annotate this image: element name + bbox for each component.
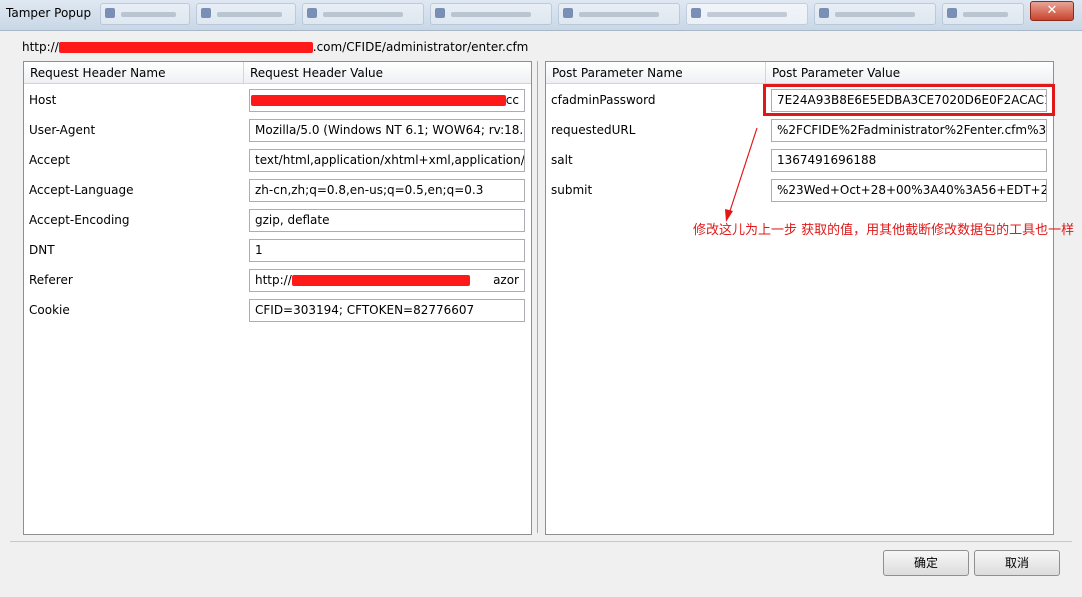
post-parameters-table: Post Parameter Name Post Parameter Value… xyxy=(545,61,1054,535)
column-header-request-value[interactable]: Request Header Value xyxy=(244,62,531,84)
header-name: Cookie xyxy=(29,303,70,317)
column-header-post-name[interactable]: Post Parameter Name xyxy=(546,62,766,84)
header-value-input[interactable]: 1 xyxy=(249,239,525,262)
table-row: salt 1367491696188 xyxy=(546,147,1053,177)
header-name: Host xyxy=(29,93,57,107)
request-url: http:// .com/CFIDE/administrator/enter.cf… xyxy=(22,40,528,54)
redaction-mark xyxy=(250,95,506,106)
cfadmin-password-input[interactable]: 7E24A93B8E6E5EDBA3CE7020D6E0F2ACAC111 xyxy=(771,89,1047,112)
url-prefix: http:// xyxy=(22,40,59,54)
header-value-input[interactable]: http://azor xyxy=(249,269,525,292)
close-button[interactable]: ✕ xyxy=(1030,1,1074,21)
url-suffix: .com/CFIDE/administrator/enter.cfm xyxy=(312,40,529,54)
param-name: cfadminPassword xyxy=(551,93,656,107)
footer-separator xyxy=(10,541,1072,542)
background-taskbar-item xyxy=(196,3,296,25)
title-bar: Tamper Popup ✕ xyxy=(0,0,1082,31)
background-taskbar-item xyxy=(302,3,424,25)
header-name: Accept-Encoding xyxy=(29,213,130,227)
background-taskbar-item xyxy=(100,3,190,25)
redaction-mark xyxy=(58,42,313,53)
background-taskbar-item xyxy=(686,3,808,25)
header-value-input[interactable]: cc xyxy=(249,89,525,112)
header-name: Accept-Language xyxy=(29,183,134,197)
request-headers-table: Request Header Name Request Header Value… xyxy=(23,61,532,535)
header-value-input[interactable]: text/html,application/xhtml+xml,applicat… xyxy=(249,149,525,172)
header-name: User-Agent xyxy=(29,123,96,137)
annotation-note: 修改这儿为上一步 获取的值，用其他截断修改数据包的工具也一样 xyxy=(693,223,1075,238)
table-row: cfadminPassword 7E24A93B8E6E5EDBA3CE7020… xyxy=(546,87,1053,117)
table-row: DNT 1 xyxy=(24,237,531,267)
table-row: Referer http://azor xyxy=(24,267,531,297)
header-name: DNT xyxy=(29,243,55,257)
table-row: Cookie CFID=303194; CFTOKEN=82776607 xyxy=(24,297,531,327)
cancel-button[interactable]: 取消 xyxy=(974,550,1060,576)
param-value-input[interactable]: %2FCFIDE%2Fadministrator%2Fenter.cfm%3Fl xyxy=(771,119,1047,142)
table-row: Host cc xyxy=(24,87,531,117)
table-row: User-Agent Mozilla/5.0 (Windows NT 6.1; … xyxy=(24,117,531,147)
param-name: salt xyxy=(551,153,573,167)
table-row: requestedURL %2FCFIDE%2Fadministrator%2F… xyxy=(546,117,1053,147)
header-value-input[interactable]: Mozilla/5.0 (Windows NT 6.1; WOW64; rv:1… xyxy=(249,119,525,142)
background-taskbar-item xyxy=(942,3,1024,25)
close-icon: ✕ xyxy=(1046,3,1058,18)
column-header-post-value[interactable]: Post Parameter Value xyxy=(766,62,1053,84)
background-taskbar-item xyxy=(558,3,680,25)
table-row: Accept text/html,application/xhtml+xml,a… xyxy=(24,147,531,177)
header-name: Referer xyxy=(29,273,73,287)
background-taskbar-item xyxy=(430,3,552,25)
table-row: submit %23Wed+Oct+28+00%3A40%3A56+EDT+20… xyxy=(546,177,1053,207)
table-row: Accept-Language zh-cn,zh;q=0.8,en-us;q=0… xyxy=(24,177,531,207)
header-value-input[interactable]: zh-cn,zh;q=0.8,en-us;q=0.5,en;q=0.3 xyxy=(249,179,525,202)
column-header-request-name[interactable]: Request Header Name xyxy=(24,62,244,84)
header-name: Accept xyxy=(29,153,70,167)
param-value-input[interactable]: 1367491696188 xyxy=(771,149,1047,172)
window-title: Tamper Popup xyxy=(6,6,92,20)
table-row: Accept-Encoding gzip, deflate xyxy=(24,207,531,237)
ok-button[interactable]: 确定 xyxy=(883,550,969,576)
param-name: requestedURL xyxy=(551,123,636,137)
header-value-input[interactable]: gzip, deflate xyxy=(249,209,525,232)
param-value-input[interactable]: %23Wed+Oct+28+00%3A40%3A56+EDT+200 xyxy=(771,179,1047,202)
background-taskbar-item xyxy=(814,3,936,25)
header-value-input[interactable]: CFID=303194; CFTOKEN=82776607 xyxy=(249,299,525,322)
panel-divider[interactable] xyxy=(537,61,538,533)
param-name: submit xyxy=(551,183,593,197)
redaction-mark xyxy=(291,275,470,286)
